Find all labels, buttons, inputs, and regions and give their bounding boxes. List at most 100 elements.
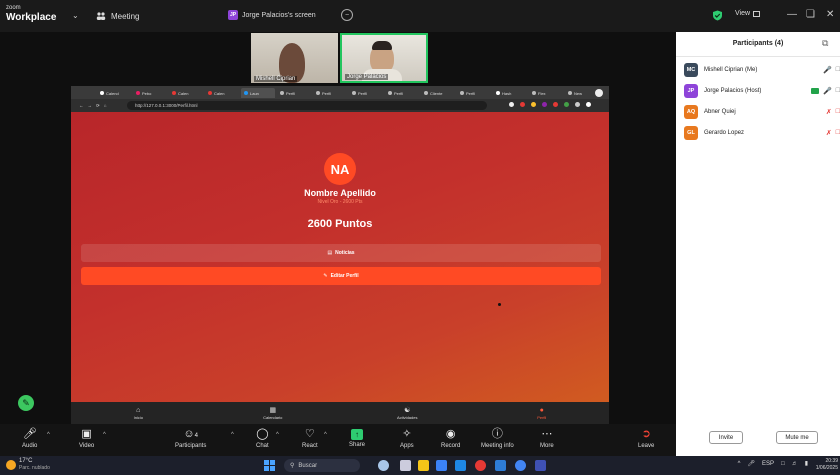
leave-button[interactable]: ➲ Leave bbox=[638, 427, 654, 449]
meeting-menu[interactable]: Meeting bbox=[96, 11, 139, 21]
app-weather-icon[interactable] bbox=[378, 460, 389, 471]
app-taskview-icon[interactable] bbox=[400, 460, 411, 471]
weather-widget[interactable]: 17°C Parc. nublado bbox=[6, 458, 50, 472]
browser-tab-active[interactable]: Laun bbox=[241, 88, 275, 98]
app-opera-icon[interactable] bbox=[475, 460, 486, 471]
browser-tab[interactable]: New bbox=[565, 88, 591, 98]
view-button[interactable]: View bbox=[735, 10, 761, 17]
os-taskbar: 17°C Parc. nublado ⚲ Buscar ^ 🎤︎ ESP □ ♬… bbox=[0, 456, 840, 475]
browser-tab[interactable]: Perfil bbox=[313, 88, 347, 98]
calendar-icon: ▦ bbox=[269, 406, 277, 414]
participant-row[interactable]: MC Mishell Ciprian (Me) 🎤 □ bbox=[684, 62, 840, 78]
url-input[interactable]: http://127.0.0.1:3000/Perfil.html bbox=[127, 101, 487, 110]
browser-tab[interactable]: Pebo bbox=[133, 88, 167, 98]
participant-name: Mishell Ciprian (Me) bbox=[704, 67, 758, 73]
profile-icon[interactable] bbox=[586, 102, 591, 107]
minimize-icon[interactable]: — bbox=[787, 9, 797, 20]
browser-tab[interactable]: Hash bbox=[493, 88, 527, 98]
annotate-pencil-icon[interactable]: ✎ bbox=[18, 395, 34, 411]
browser-tab[interactable]: Perfil bbox=[349, 88, 383, 98]
app-other-icon[interactable] bbox=[535, 460, 546, 471]
meeting-info-button[interactable]: ⓘ Meeting info bbox=[481, 427, 514, 449]
video-tile-mishell[interactable]: Mishell Ciprian bbox=[251, 33, 338, 83]
language-indicator[interactable]: ESP bbox=[762, 461, 774, 467]
nav-inicio[interactable]: ⌂ Inicio bbox=[71, 402, 206, 424]
nav-calendario[interactable]: ▦ Calendario bbox=[206, 402, 341, 424]
extension-icon[interactable] bbox=[542, 102, 547, 107]
audio-label: Audio bbox=[22, 443, 38, 449]
chevron-down-icon[interactable]: ⌄ bbox=[72, 11, 79, 20]
chevron-up-icon[interactable]: ^ bbox=[324, 432, 327, 438]
extension-icon[interactable] bbox=[564, 102, 569, 107]
extension-icon[interactable] bbox=[520, 102, 525, 107]
browser-tab[interactable]: Perfil bbox=[277, 88, 311, 98]
chat-icon: ◯ bbox=[256, 428, 269, 440]
nav-label: Calendario bbox=[263, 414, 283, 420]
taskbar-search[interactable]: ⚲ Buscar bbox=[284, 459, 360, 472]
browser-tab[interactable]: Cliente bbox=[421, 88, 455, 98]
browser-tab[interactable]: Calend bbox=[97, 88, 131, 98]
view-options-icon[interactable]: − bbox=[341, 9, 353, 21]
participant-row[interactable]: GL Gerardo Lopez ✗ □ bbox=[684, 125, 840, 141]
audio-button[interactable]: 🎤︎ Audio bbox=[22, 427, 37, 449]
browser-tab-strip: Calend Pebo Calen Calen Laun Perfil Perf… bbox=[71, 86, 609, 99]
display-icon[interactable]: □ bbox=[781, 461, 785, 467]
browser-tab[interactable]: Calen bbox=[205, 88, 239, 98]
chevron-up-icon[interactable]: ^ bbox=[738, 461, 741, 467]
share-button[interactable]: ↑ Share bbox=[349, 427, 365, 448]
chevron-up-icon[interactable]: ^ bbox=[231, 432, 234, 438]
chat-button[interactable]: ◯ Chat bbox=[256, 427, 269, 449]
participant-row[interactable]: AQ Abner Quiej ✗ □ bbox=[684, 104, 840, 120]
invite-button[interactable]: Invite bbox=[709, 431, 743, 444]
chevron-up-icon[interactable]: ^ bbox=[47, 432, 50, 438]
browser-tab[interactable]: Flex bbox=[529, 88, 563, 98]
mic-icon[interactable]: 🎤︎ bbox=[747, 460, 755, 467]
nav-actividades[interactable]: ☯ Actividades bbox=[340, 402, 475, 424]
back-forward-reload-icons[interactable]: ←→⟳⌂ bbox=[79, 103, 111, 109]
react-button[interactable]: ♡ React bbox=[302, 427, 318, 449]
pop-out-icon[interactable]: ⧉ bbox=[822, 38, 828, 49]
leave-label: Leave bbox=[638, 443, 655, 449]
browser-tab[interactable]: Perfil bbox=[385, 88, 419, 98]
chevron-up-icon[interactable]: ^ bbox=[276, 432, 279, 438]
volume-icon[interactable]: ♬ bbox=[792, 461, 798, 467]
news-button[interactable]: ▤ Noticias bbox=[81, 244, 601, 262]
mute-me-button[interactable]: Mute me bbox=[776, 431, 818, 444]
tab-search-icon[interactable] bbox=[595, 89, 603, 97]
logo-line2: Workplace bbox=[6, 12, 57, 23]
app-zoom-icon[interactable] bbox=[436, 460, 447, 471]
star-icon[interactable] bbox=[509, 102, 514, 107]
windows-start-icon[interactable] bbox=[264, 460, 275, 471]
apps-button[interactable]: ✧ Apps bbox=[400, 427, 414, 449]
participants-button[interactable]: ☺4 Participants bbox=[175, 427, 206, 449]
edit-profile-button[interactable]: ✎ Editar Perfil bbox=[81, 267, 601, 285]
shield-check-icon[interactable] bbox=[712, 10, 723, 21]
profile-level: Nivel Oro - 2600 Pts bbox=[317, 199, 363, 205]
battery-icon[interactable]: ▮ bbox=[805, 460, 808, 467]
participant-row[interactable]: JP Jorge Palacios (Host) 🎤 □ bbox=[684, 83, 840, 99]
app-chrome-icon[interactable] bbox=[515, 460, 526, 471]
video-tile-jorge[interactable]: Jorge Palacios bbox=[340, 33, 428, 83]
video-button[interactable]: ▣ Video bbox=[79, 427, 94, 449]
extension-icon[interactable] bbox=[531, 102, 536, 107]
more-button[interactable]: ⋯ More bbox=[540, 427, 554, 449]
github-icon bbox=[100, 91, 104, 95]
app-vscode-icon[interactable] bbox=[455, 460, 466, 471]
share-label: Share bbox=[349, 442, 366, 448]
chevron-up-icon[interactable]: ^ bbox=[103, 432, 106, 438]
clock[interactable]: 20:39 1/06/2025 bbox=[816, 458, 838, 472]
date: 1/06/2025 bbox=[815, 465, 838, 471]
browser-tab[interactable]: Perfil bbox=[457, 88, 491, 98]
shared-screen[interactable]: Calend Pebo Calen Calen Laun Perfil Perf… bbox=[71, 86, 609, 424]
puzzle-icon[interactable] bbox=[575, 102, 580, 107]
shared-screen-indicator[interactable]: JP Jorge Palacios's screen bbox=[228, 10, 316, 20]
close-icon[interactable]: ✕ bbox=[826, 9, 834, 20]
record-button[interactable]: ◉ Record bbox=[441, 427, 460, 449]
extension-icon[interactable] bbox=[553, 102, 558, 107]
app-explorer-icon[interactable] bbox=[418, 460, 429, 471]
nav-perfil[interactable]: ● Perfil bbox=[475, 402, 610, 424]
restore-icon[interactable]: ❏ bbox=[806, 9, 815, 20]
app-visualstudio-icon[interactable] bbox=[495, 460, 506, 471]
browser-tab[interactable]: Calen bbox=[169, 88, 203, 98]
weather-text: 17°C Parc. nublado bbox=[19, 458, 50, 472]
